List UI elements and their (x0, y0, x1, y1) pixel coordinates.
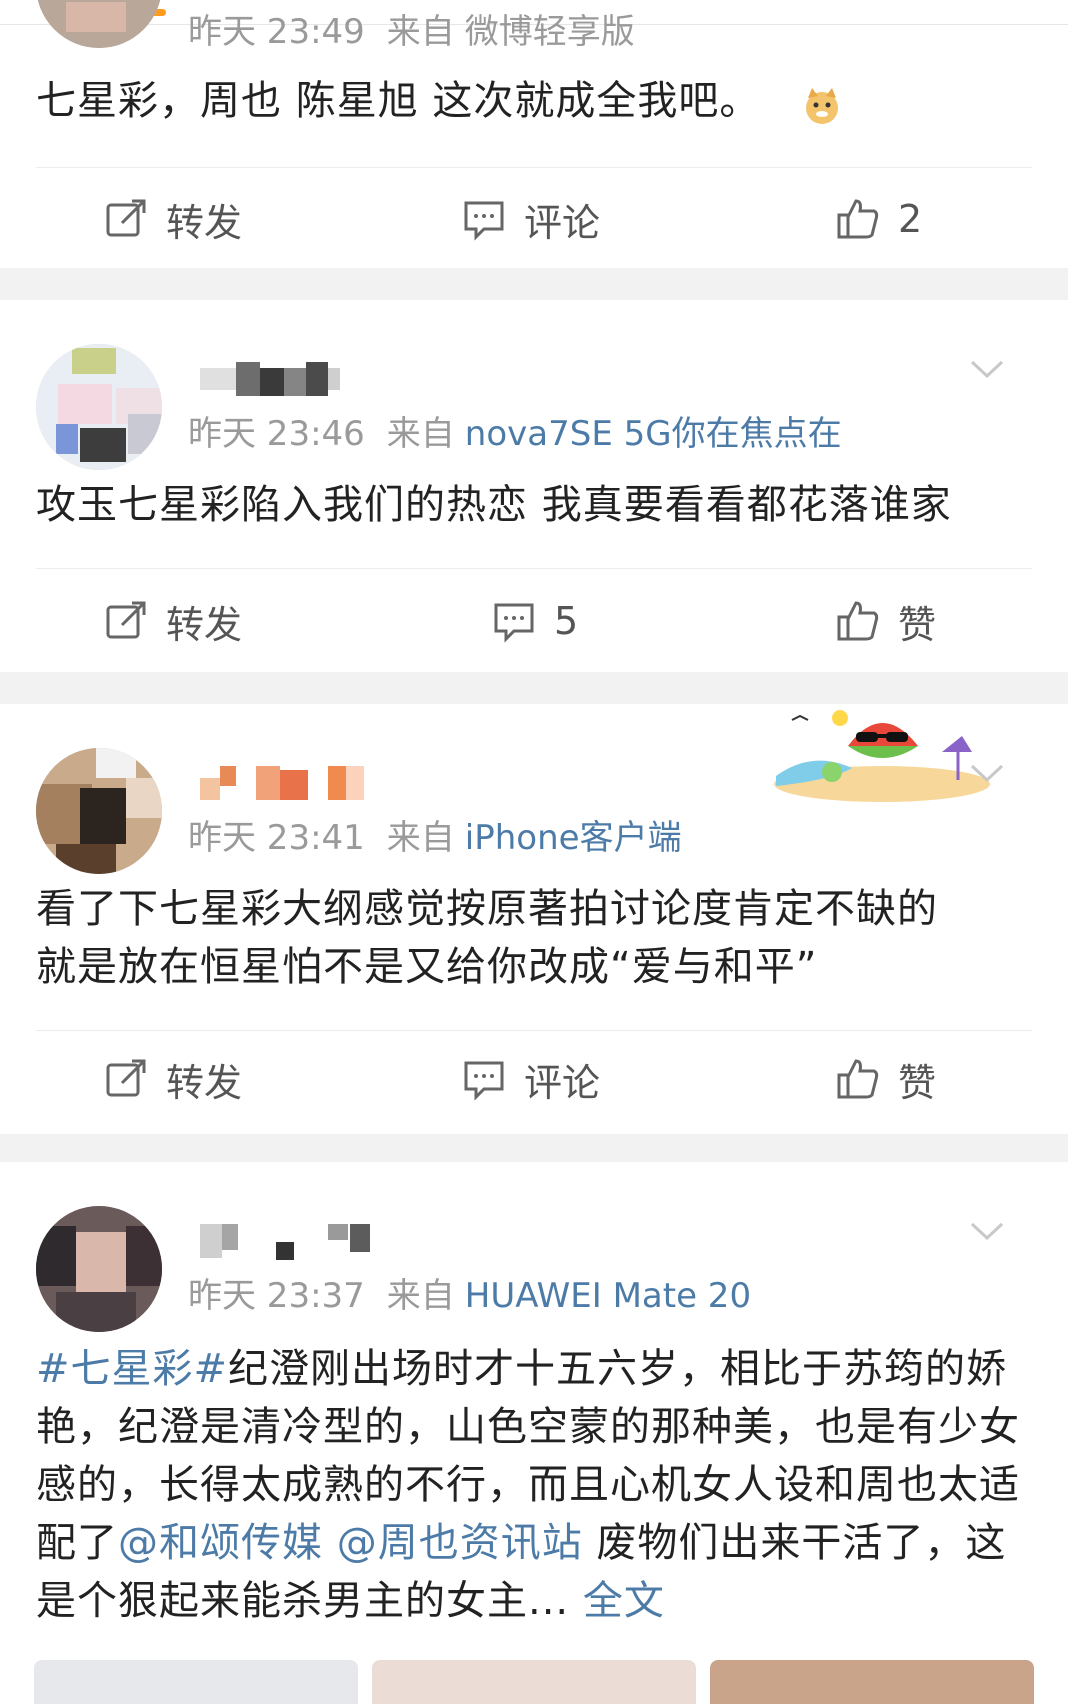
post-image[interactable] (710, 1660, 1034, 1704)
action-bar: 转发 评论 赞 (0, 1044, 1068, 1114)
comment-count: 5 (554, 599, 579, 643)
repost-icon (106, 199, 146, 237)
source-prefix: 来自 (386, 818, 455, 858)
comment-label: 评论 (524, 1060, 601, 1105)
chevron-down-icon (970, 1222, 1004, 1241)
divider (36, 167, 1032, 168)
post-text: 攻玉七星彩陷入我们的热恋 我真要看看都花落谁家 (36, 482, 952, 528)
repost-button[interactable]: 转发 (104, 586, 242, 656)
image-gallery (34, 1660, 1034, 1704)
doge-emoji (800, 84, 844, 128)
username-redacted[interactable] (200, 762, 400, 804)
repost-button[interactable]: 转发 (104, 1044, 242, 1114)
comment-icon (464, 201, 504, 241)
action-bar: 转发 5 赞 (0, 586, 1068, 656)
like-button[interactable]: 2 (836, 184, 922, 254)
more-options-button[interactable] (970, 352, 1004, 386)
divider (36, 568, 1032, 569)
sticker-watermelon-beach (772, 706, 992, 802)
comment-button[interactable]: 评论 (462, 184, 600, 254)
full-text-link[interactable]: 全文 (583, 1578, 665, 1624)
post-content[interactable]: #七星彩#纪澄刚出场时才十五六岁，相比于苏筠的娇艳，纪澄是清冷型的，山色空蒙的那… (36, 1340, 1036, 1630)
avatar[interactable] (36, 1206, 162, 1332)
like-label: 赞 (898, 1060, 937, 1105)
source-prefix: 来自 (386, 12, 455, 52)
post-meta: 昨天 23:46 来自 nova7SE 5G你在焦点在 (188, 414, 842, 454)
post-card: 昨天 23:37 来自 HUAWEI Mate 20 #七星彩#纪澄刚出场时才十五六… (0, 1162, 1068, 1704)
source-prefix: 来自 (386, 1276, 455, 1316)
repost-label: 转发 (166, 200, 243, 245)
post-source[interactable]: HUAWEI Mate 20 (465, 1276, 751, 1316)
thumbs-up-icon (837, 601, 879, 641)
post-meta: 昨天 23:49 来自 微博轻享版 (188, 12, 635, 52)
repost-button[interactable]: 转发 (104, 184, 242, 254)
more-options-button[interactable] (970, 1214, 1004, 1248)
avatar[interactable] (36, 748, 162, 874)
repost-icon (106, 1059, 146, 1097)
repost-label: 转发 (166, 602, 243, 647)
post-text-line: 就是放在恒星怕不是又给你改成“爱与和平” (36, 944, 818, 990)
source-prefix: 来自 (386, 414, 455, 454)
action-bar: 转发 评论 2 (0, 184, 1068, 254)
comment-icon (464, 1061, 504, 1101)
username-redacted[interactable] (200, 358, 400, 400)
thumbs-up-icon (837, 199, 879, 239)
like-button[interactable]: 赞 (836, 1044, 936, 1114)
post-card: 昨天 23:49 来自 微博轻享版 七星彩，周也 陈星旭 这次就成全我吧。 转发 评… (0, 0, 1068, 268)
post-time: 昨天 23:41 (188, 818, 365, 858)
avatar[interactable] (36, 344, 162, 470)
avatar[interactable] (36, 0, 162, 48)
post-source[interactable]: iPhone客户端 (465, 818, 682, 858)
post-image[interactable] (34, 1660, 358, 1704)
post-time: 昨天 23:37 (188, 1276, 365, 1316)
post-content[interactable]: 七星彩，周也 陈星旭 这次就成全我吧。 (36, 72, 1036, 130)
thumbs-up-icon (837, 1059, 879, 1099)
username-redacted[interactable] (200, 1220, 400, 1262)
repost-label: 转发 (166, 1060, 243, 1105)
comment-button[interactable]: 评论 (462, 1044, 600, 1114)
hashtag-link[interactable]: #七星彩# (36, 1346, 228, 1392)
post-text-line: 看了下七星彩大纲感觉按原著拍讨论度肯定不缺的 (36, 886, 938, 932)
post-source[interactable]: nova7SE 5G你在焦点在 (465, 414, 842, 454)
post-meta: 昨天 23:37 来自 HUAWEI Mate 20 (188, 1276, 751, 1316)
post-content[interactable]: 看了下七星彩大纲感觉按原著拍讨论度肯定不缺的 就是放在恒星怕不是又给你改成“爱与… (36, 880, 1036, 996)
mention-link[interactable]: @周也资讯站 (337, 1520, 583, 1566)
mention-link[interactable]: @和颂传媒 (118, 1520, 323, 1566)
comment-label: 评论 (524, 200, 601, 245)
post-image[interactable] (372, 1660, 696, 1704)
post-meta: 昨天 23:41 来自 iPhone客户端 (188, 818, 682, 858)
divider (36, 1030, 1032, 1031)
comment-icon (494, 603, 534, 643)
comment-button[interactable]: 5 (492, 586, 578, 656)
post-time: 昨天 23:46 (188, 414, 365, 454)
like-label: 赞 (898, 602, 937, 647)
post-card: 昨天 23:46 来自 nova7SE 5G你在焦点在 攻玉七星彩陷入我们的热恋 我… (0, 300, 1068, 672)
post-card: 昨天 23:41 来自 iPhone客户端 看了下七星彩大纲感觉按原著拍讨论度肯定不… (0, 704, 1068, 1134)
like-button[interactable]: 赞 (836, 586, 936, 656)
chevron-down-icon (970, 764, 1004, 783)
chevron-down-icon (970, 360, 1004, 379)
post-source[interactable]: 微博轻享版 (465, 12, 635, 52)
repost-icon (106, 601, 146, 639)
more-options-button[interactable] (970, 756, 1004, 790)
post-content[interactable]: 攻玉七星彩陷入我们的热恋 我真要看看都花落谁家 (36, 476, 1036, 534)
post-time: 昨天 23:49 (188, 12, 365, 52)
like-count: 2 (898, 197, 923, 241)
post-text: 七星彩，周也 陈星旭 这次就成全我吧。 (36, 78, 761, 124)
